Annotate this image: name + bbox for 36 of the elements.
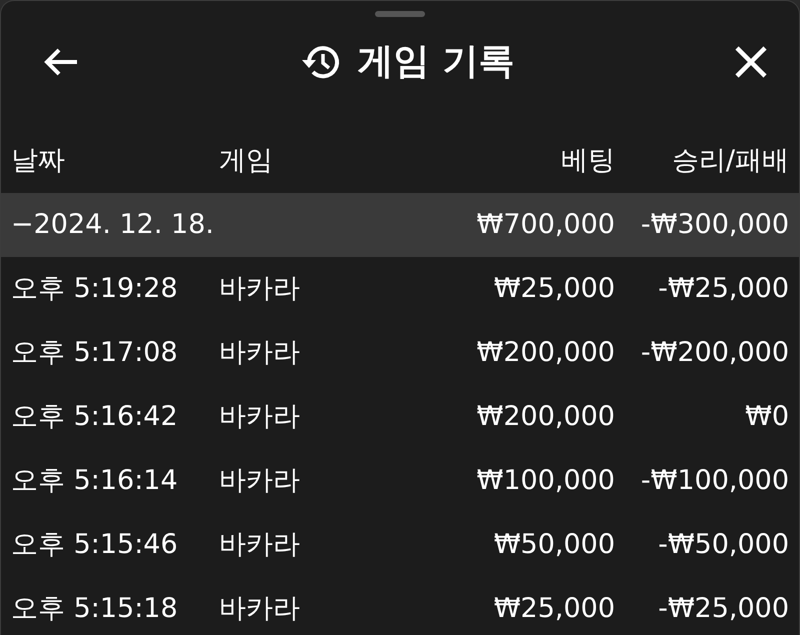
column-header: 날짜 [11,144,66,178]
game-cell-text: 바카라 [219,592,301,626]
game-cell-text: 바카라 [219,528,301,562]
game-cell-text: 바카라 [219,336,301,370]
time-cell-text: 오후 5:15:46 [11,528,179,562]
game-cell-text: 바카라 [219,400,301,434]
result-cell-text: -₩100,000 [640,464,789,498]
drag-handle[interactable] [375,11,425,17]
group-bet-total: ₩700,000 [476,208,615,242]
result-cell-text: -₩25,000 [657,592,789,626]
time-cell-text: 오후 5:15:18 [11,592,179,626]
bet-cell-text: ₩25,000 [492,272,615,306]
close-icon [732,44,769,80]
bet-cell-text: ₩200,000 [476,400,615,434]
bet-cell-text: ₩25,000 [492,592,615,626]
bet-cell-text: ₩200,000 [476,336,615,370]
game-cell-text: 바카라 [219,272,301,306]
column-header: 승리/패배 [670,144,789,178]
date-group-row[interactable]: −2024. 12. 18. ₩700,000 -₩300,000 [1,193,799,257]
result-cell-text: -₩25,000 [657,272,789,306]
close-button[interactable] [732,44,769,80]
time-cell-text: 오후 5:19:28 [11,272,179,306]
time-cell-text: 오후 5:16:42 [11,400,179,434]
group-result-total: -₩300,000 [640,208,789,242]
result-cell-text: ₩0 [744,400,789,434]
column-header: 베팅 [560,144,615,178]
screen-title: 게임 기록 [358,40,514,84]
bet-cell-text: ₩100,000 [476,464,615,498]
time-cell-text: 오후 5:17:08 [11,336,179,370]
group-date: −2024. 12. 18. [11,208,215,242]
time-cell-text: 오후 5:16:14 [11,464,179,498]
game-cell-text: 바카라 [219,464,301,498]
column-header: 게임 [219,144,274,178]
result-cell-text: -₩50,000 [657,528,789,562]
result-cell-text: -₩200,000 [640,336,789,370]
bet-cell-text: ₩50,000 [492,528,615,562]
